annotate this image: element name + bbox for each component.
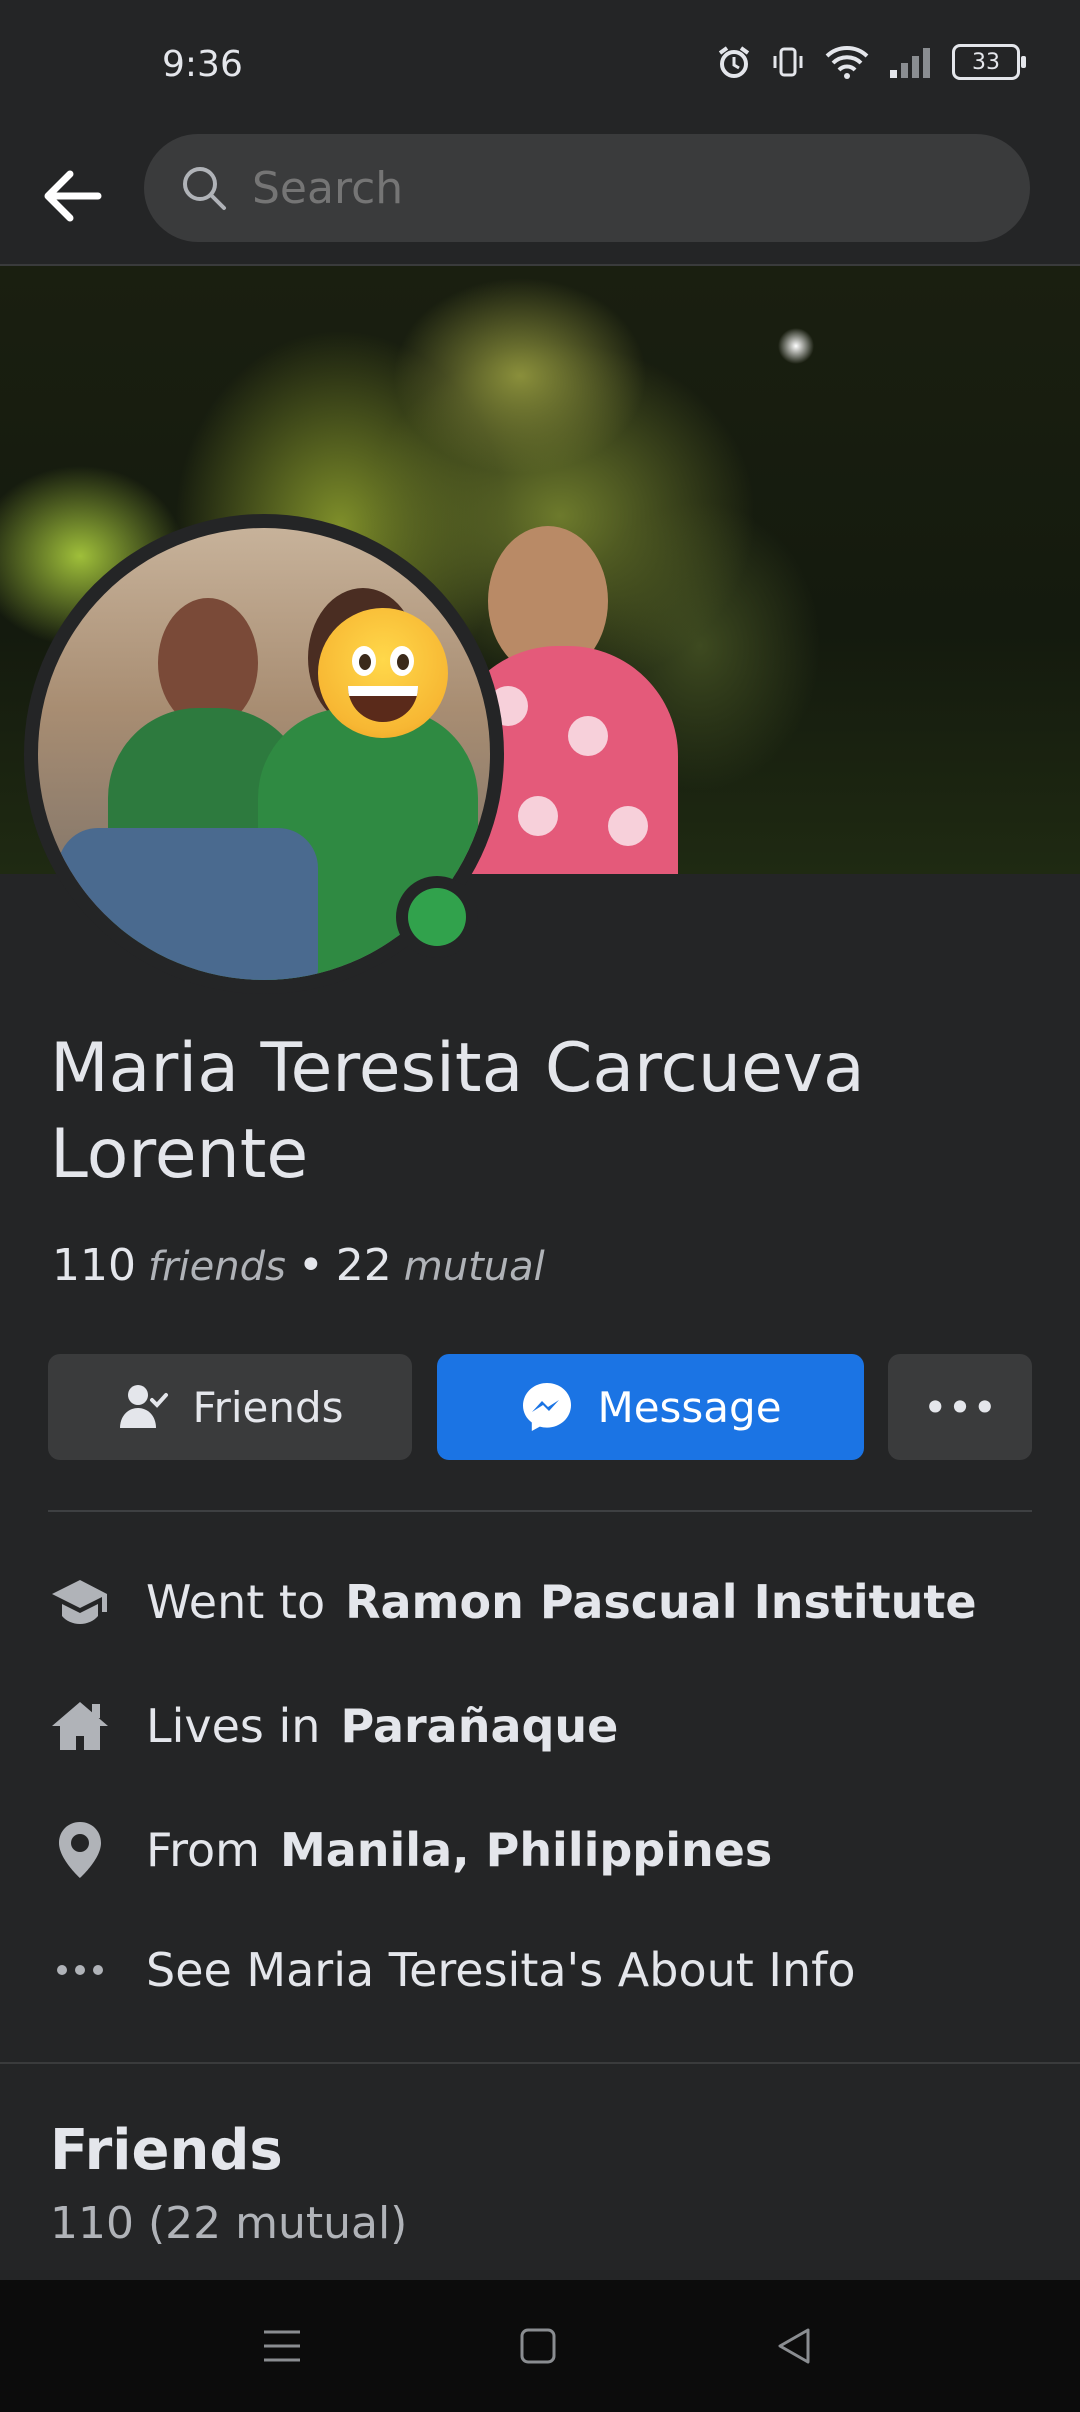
back-button[interactable] (34, 158, 110, 234)
online-status-indicator (396, 876, 478, 958)
vibrate-icon (773, 47, 803, 77)
status-icons: 33 (716, 44, 1026, 80)
friends-count-label: friends (147, 1244, 286, 1290)
current-city[interactable]: Parañaque (340, 1699, 618, 1753)
info-row-education[interactable]: Went to Ramon Pascual Institute (48, 1562, 977, 1642)
message-button[interactable]: Message (437, 1354, 864, 1460)
signal-icon (890, 48, 930, 78)
system-navigation-bar (0, 2280, 1080, 2412)
messenger-icon (523, 1383, 572, 1431)
status-time: 9:36 (162, 44, 243, 85)
friends-button-label: Friends (192, 1382, 344, 1432)
status-bar: 9:36 33 (0, 0, 1080, 130)
search-icon (183, 167, 226, 210)
profile-picture[interactable] (24, 514, 504, 994)
menu-lines-icon (264, 2330, 300, 2362)
dot-separator: • (297, 1240, 324, 1291)
recents-button[interactable] (256, 2320, 308, 2372)
back-arrow-icon (44, 170, 102, 222)
info-row-from[interactable]: From Manila, Philippines (48, 1810, 772, 1890)
more-dots-icon (48, 1938, 112, 2002)
battery-indicator: 33 (952, 44, 1026, 80)
info-row-about[interactable]: See Maria Teresita's About Info (48, 1930, 875, 2010)
mutual-count: 22 (335, 1240, 392, 1291)
location-pin-icon (48, 1818, 112, 1882)
mutual-count-label: mutual (403, 1244, 545, 1290)
square-icon (520, 2328, 556, 2364)
graduation-cap-icon (48, 1570, 112, 1634)
friends-section-title: Friends (50, 2118, 283, 2183)
info-prefix: Lives in (146, 1699, 321, 1753)
back-nav-button[interactable] (768, 2320, 820, 2372)
search-input[interactable] (250, 161, 954, 215)
smiley-emoji-icon (318, 608, 448, 738)
alarm-icon (718, 46, 750, 78)
home-icon (48, 1694, 112, 1758)
friends-section-count: 110 (22 mutual) (50, 2198, 408, 2249)
more-options-button[interactable]: ••• (888, 1354, 1032, 1460)
wifi-icon (825, 46, 869, 79)
friend-check-icon (120, 1385, 169, 1428)
triangle-back-icon (778, 2328, 810, 2364)
search-bar[interactable] (144, 134, 1030, 242)
friends-count-line[interactable]: 110 friends • 22 mutual (52, 1240, 545, 1291)
section-separator (0, 2062, 1080, 2064)
message-button-label: Message (597, 1382, 782, 1432)
school-name[interactable]: Ramon Pascual Institute (345, 1575, 976, 1629)
profile-name: Maria Teresita Carcueva Lorente (50, 1029, 865, 1194)
info-row-lives-in[interactable]: Lives in Parañaque (48, 1686, 618, 1766)
see-about-info-link[interactable]: See Maria Teresita's About Info (146, 1943, 855, 1997)
info-prefix: Went to (146, 1575, 326, 1629)
hometown[interactable]: Manila, Philippines (280, 1823, 772, 1877)
friends-count: 110 (52, 1240, 136, 1291)
friends-button[interactable]: Friends (48, 1354, 412, 1460)
more-dots-icon: ••• (922, 1382, 998, 1432)
home-button[interactable] (512, 2320, 564, 2372)
top-bar (0, 130, 1080, 266)
info-prefix: From (146, 1823, 260, 1877)
divider (48, 1510, 1032, 1512)
